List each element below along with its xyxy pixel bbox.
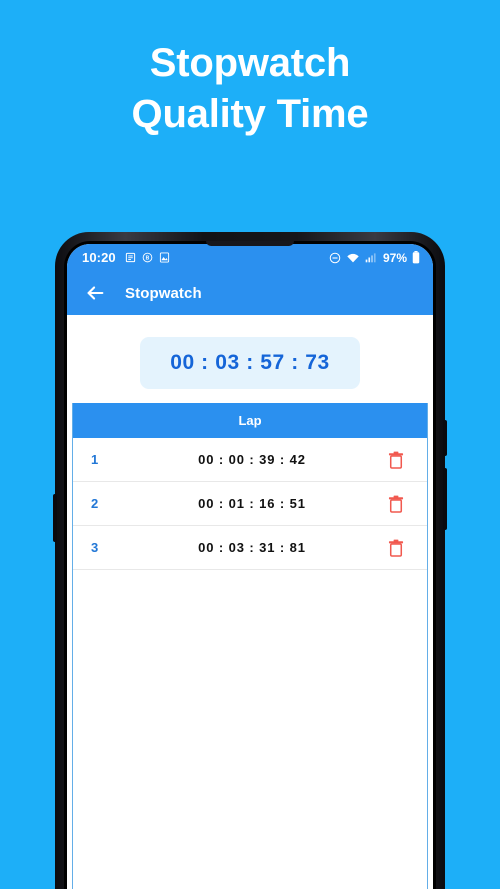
lap-index: 3 [91, 540, 99, 555]
trash-icon[interactable] [379, 495, 413, 513]
lap-time: 00 : 03 : 31 : 81 [198, 540, 306, 555]
b-circle-icon: B [142, 252, 153, 263]
phone-bezel: 10:20 B 97% Stopwatch 00: 03: 57: 73 … [64, 241, 436, 889]
lap-index: 2 [91, 496, 99, 511]
screen-content: 00 : 03 : 57 : 73 Lap 1 00 : 00 : 39 : 4… [67, 315, 433, 889]
lap-table-header: Lap [73, 403, 427, 438]
trash-icon[interactable] [379, 451, 413, 469]
lap-table: Lap 1 00 : 00 : 39 : 42 2 00: 01: 16:… [72, 403, 428, 889]
signal-icon [365, 252, 376, 263]
wifi-icon [346, 252, 360, 264]
phone-screen: 10:20 B 97% Stopwatch 00: 03: 57: 73 … [67, 244, 433, 889]
battery-icon [412, 251, 420, 264]
table-row[interactable]: 2 00 : 01 : 16 : 51 [73, 482, 427, 526]
list-icon [125, 252, 136, 263]
promo-line-1: Stopwatch [149, 41, 351, 85]
timer-display-box: 00 : 03 : 57 : 73 [140, 337, 360, 389]
timer-value: 00 : 03 : 57 : 73 [170, 351, 330, 374]
phone-power-button[interactable] [443, 468, 447, 530]
promo-line-2: Quality Time [131, 92, 369, 137]
image-file-icon [159, 252, 170, 263]
svg-text:B: B [145, 255, 149, 261]
status-bar: 10:20 B 97% [67, 244, 433, 271]
back-arrow-icon[interactable] [84, 282, 106, 304]
app-bar: Stopwatch [67, 271, 433, 315]
phone-left-button[interactable] [53, 494, 57, 542]
trash-icon[interactable] [379, 539, 413, 557]
phone-earpiece-notch [206, 241, 294, 246]
lap-time: 00 : 00 : 39 : 42 [198, 452, 306, 467]
do-not-disturb-icon [329, 252, 341, 264]
table-row[interactable]: 1 00 : 00 : 39 : 42 [73, 438, 427, 482]
lap-index: 1 [91, 452, 99, 467]
battery-percent-label: 97% [382, 250, 407, 265]
status-bar-notification-icons: B [125, 252, 170, 263]
lap-table-body: 1 00 : 00 : 39 : 42 2 00: 01: 16: 51 … [73, 438, 427, 889]
status-bar-system-icons: 97% [329, 251, 420, 265]
phone-device-frame: 10:20 B 97% Stopwatch 00: 03: 57: 73 … [53, 232, 447, 889]
status-bar-clock: 10:20 [82, 250, 116, 265]
app-bar-title: Stopwatch [125, 284, 202, 302]
phone-volume-button[interactable] [443, 420, 447, 456]
lap-time: 00 : 01 : 16 : 51 [198, 496, 306, 511]
timer-section: 00 : 03 : 57 : 73 [67, 315, 433, 403]
table-row[interactable]: 3 00 : 03 : 31 : 81 [73, 526, 427, 570]
promo-headline: Stopwatch Quality Time [0, 38, 500, 140]
